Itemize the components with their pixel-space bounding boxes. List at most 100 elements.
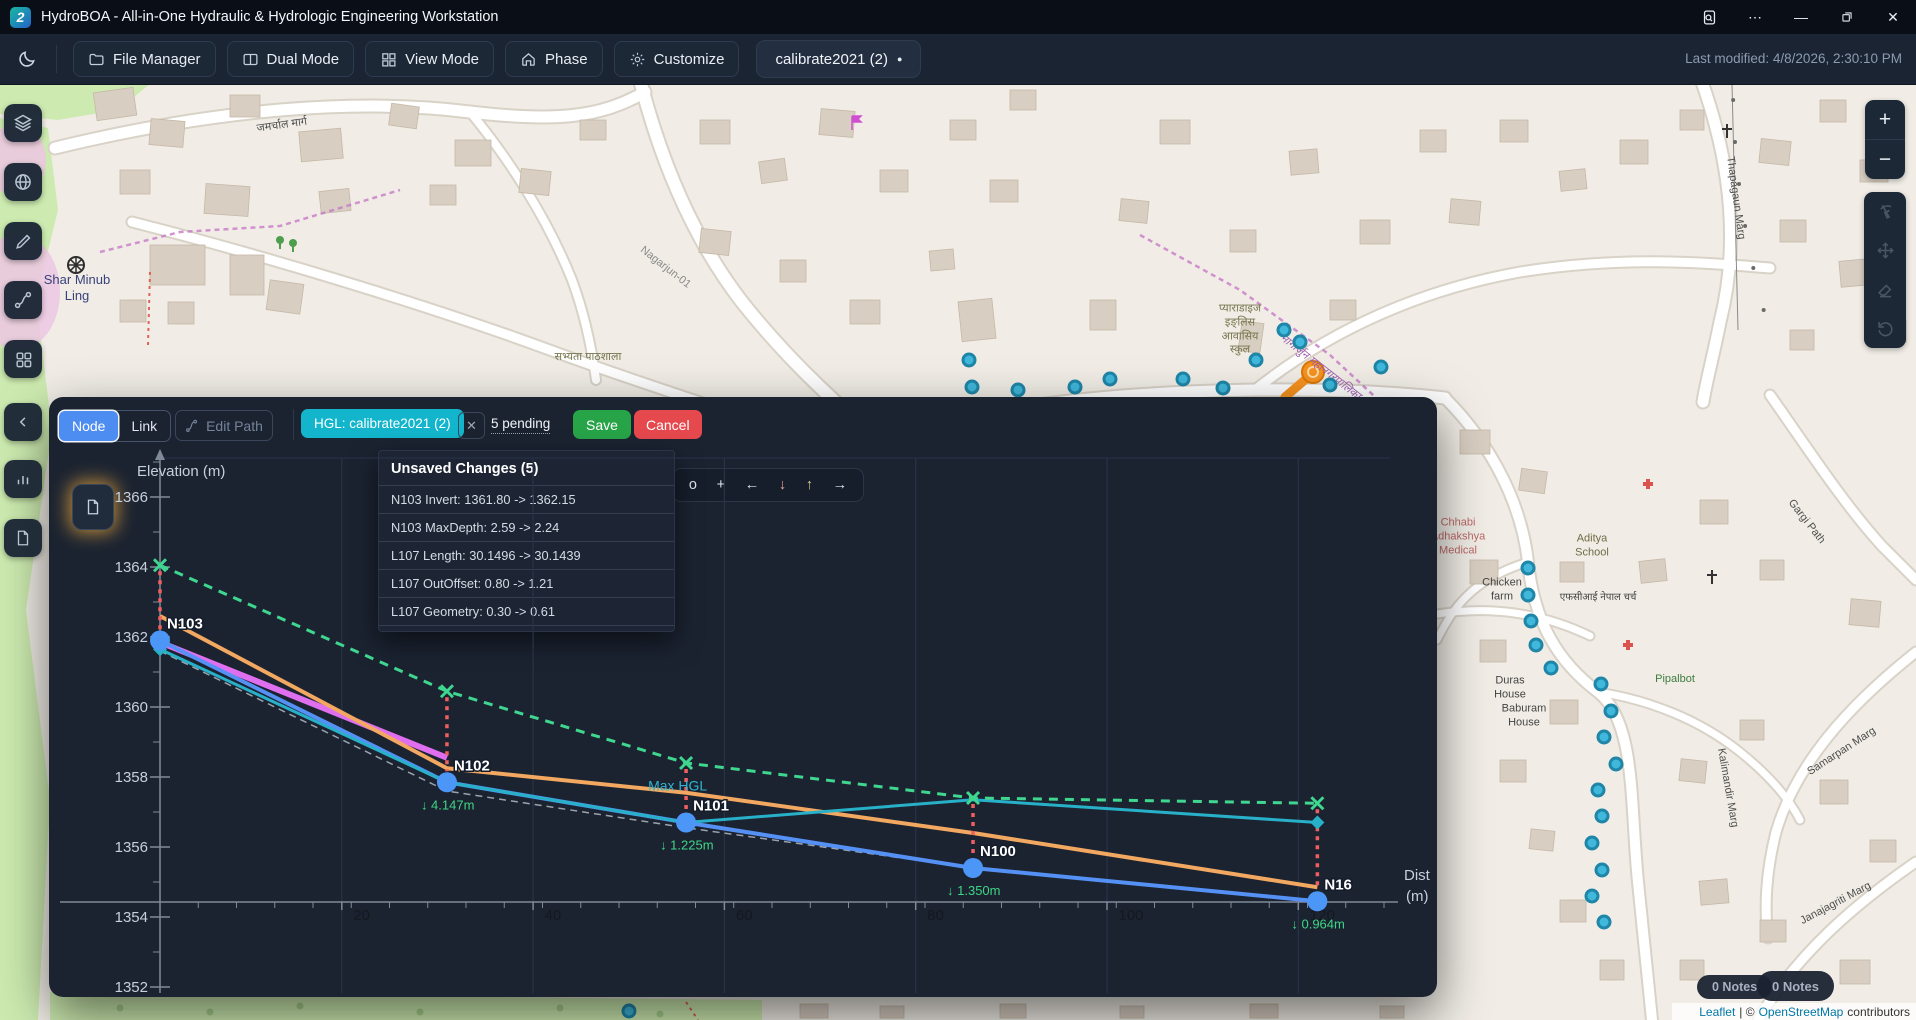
map-node-marker[interactable] bbox=[1544, 661, 1559, 676]
label-chicken-farm: Chickenfarm bbox=[1482, 576, 1522, 604]
map-node-marker[interactable] bbox=[1249, 353, 1264, 368]
save-button[interactable]: Save bbox=[573, 410, 631, 439]
map-node-marker[interactable] bbox=[1529, 638, 1544, 653]
map-node-marker[interactable] bbox=[1594, 677, 1609, 692]
nav-zoom-in-button[interactable]: + bbox=[717, 477, 725, 493]
main-toolbar: File Manager Dual Mode View Mode Phase C… bbox=[0, 34, 1916, 85]
close-button[interactable]: ✕ bbox=[1870, 0, 1916, 34]
cursor-icon bbox=[1876, 202, 1895, 221]
sidebar-chart-button[interactable] bbox=[4, 460, 42, 498]
label-aditya-school: AdityaSchool bbox=[1575, 532, 1609, 560]
gear-icon bbox=[629, 51, 646, 68]
map-tools-control bbox=[1864, 192, 1906, 348]
search-page-icon[interactable] bbox=[1686, 0, 1732, 34]
sidebar-modules-button[interactable] bbox=[4, 340, 42, 378]
map-node-marker[interactable] bbox=[1176, 372, 1191, 387]
map-node-marker[interactable] bbox=[1585, 836, 1600, 851]
select-tool-button[interactable] bbox=[1864, 192, 1906, 231]
view-mode-button[interactable]: View Mode bbox=[365, 41, 494, 77]
label-sabhyata-pathshala: सभ्यता पाठशाला bbox=[555, 351, 622, 365]
map-node-marker[interactable] bbox=[1597, 915, 1612, 930]
link-mode-button[interactable]: Link bbox=[118, 411, 170, 441]
map-node-marker[interactable] bbox=[962, 353, 977, 368]
map-node-marker[interactable] bbox=[1277, 323, 1292, 338]
map-node-marker[interactable] bbox=[1011, 383, 1026, 398]
attribution-suffix: contributors bbox=[1847, 1005, 1910, 1019]
app-logo-icon: 2 bbox=[10, 7, 31, 28]
map-node-marker[interactable] bbox=[1595, 809, 1610, 824]
globe-icon bbox=[13, 172, 33, 192]
nav-reset-button[interactable]: o bbox=[689, 477, 697, 493]
map-node-marker[interactable] bbox=[1068, 380, 1083, 395]
minimize-button[interactable]: — bbox=[1778, 0, 1824, 34]
rotate-tool-button[interactable] bbox=[1864, 309, 1906, 348]
erase-tool-button[interactable] bbox=[1864, 270, 1906, 309]
profile-editor-panel: Node Link Edit Path HGL: calibrate2021 (… bbox=[49, 397, 1437, 997]
unsaved-change-item[interactable]: L107 OutOffset: 0.80 -> 1.21 bbox=[379, 569, 674, 597]
sidebar-basemap-button[interactable] bbox=[4, 163, 42, 201]
more-options-button[interactable]: ⋯ bbox=[1732, 0, 1778, 34]
map-node-marker[interactable] bbox=[1521, 561, 1536, 576]
report-button[interactable] bbox=[72, 484, 114, 530]
map-node-marker[interactable] bbox=[622, 1004, 637, 1019]
notes-badge[interactable]: 0 Notes bbox=[1757, 971, 1834, 1001]
hgl-close-button[interactable]: ✕ bbox=[458, 412, 485, 439]
move-tool-button[interactable] bbox=[1864, 231, 1906, 270]
osm-link[interactable]: OpenStreetMap bbox=[1759, 1005, 1844, 1019]
sidebar-document-button[interactable] bbox=[4, 519, 42, 557]
cancel-button[interactable]: Cancel bbox=[634, 410, 702, 439]
dropdown-footer bbox=[379, 625, 674, 631]
hgl-scenario-chip[interactable]: HGL: calibrate2021 (2) bbox=[301, 409, 464, 438]
unsaved-change-item[interactable]: L107 Length: 30.1496 -> 30.1439 bbox=[379, 541, 674, 569]
label-baburam-house: BaburamHouse bbox=[1502, 702, 1547, 730]
zoom-in-button[interactable]: + bbox=[1865, 100, 1905, 140]
nav-right-button[interactable]: → bbox=[833, 477, 848, 493]
customize-button[interactable]: Customize bbox=[614, 41, 740, 77]
nav-down-button[interactable]: ↓ bbox=[779, 477, 786, 493]
map-node-marker[interactable] bbox=[1609, 757, 1624, 772]
edit-path-button[interactable]: Edit Path bbox=[175, 410, 273, 441]
path-icon bbox=[13, 290, 33, 310]
unsaved-change-item[interactable]: L107 Geometry: 0.30 -> 0.61 bbox=[379, 597, 674, 625]
sidebar-collapse-button[interactable] bbox=[4, 403, 42, 441]
unsaved-change-item[interactable]: N103 Invert: 1361.80 -> 1362.15 bbox=[379, 485, 674, 513]
nav-up-button[interactable]: ↑ bbox=[806, 477, 813, 493]
label-nepal-church: एफसीआई नेपाल चर्च bbox=[1560, 592, 1637, 605]
grid-icon bbox=[380, 51, 397, 68]
map-node-marker[interactable] bbox=[1216, 381, 1231, 396]
document-icon bbox=[84, 498, 102, 516]
dual-mode-button[interactable]: Dual Mode bbox=[227, 41, 355, 77]
pencil-icon bbox=[14, 232, 33, 251]
sidebar-path-button[interactable] bbox=[4, 281, 42, 319]
map-node-marker[interactable] bbox=[1521, 588, 1536, 603]
pending-changes-link[interactable]: 5 pending bbox=[491, 416, 550, 434]
map-node-marker[interactable] bbox=[1604, 704, 1619, 719]
theme-toggle-button[interactable] bbox=[12, 44, 42, 74]
ukraine-flag-icon bbox=[1680, 1007, 1695, 1017]
maximize-button[interactable] bbox=[1824, 0, 1870, 34]
map-node-marker[interactable] bbox=[1595, 863, 1610, 878]
eraser-icon bbox=[1876, 280, 1895, 299]
map-node-marker[interactable] bbox=[1524, 614, 1539, 629]
unsaved-dot-icon: ● bbox=[897, 54, 902, 64]
zoom-out-button[interactable]: − bbox=[1865, 140, 1905, 179]
tab-calibrate2021[interactable]: calibrate2021 (2)● bbox=[756, 40, 921, 78]
window-title: HydroBOA - All-in-One Hydraulic & Hydrol… bbox=[41, 9, 498, 25]
node-mode-button[interactable]: Node bbox=[59, 411, 118, 441]
map-node-marker[interactable] bbox=[1293, 335, 1308, 350]
leaflet-link[interactable]: Leaflet bbox=[1699, 1005, 1735, 1019]
map-node-marker[interactable] bbox=[1597, 730, 1612, 745]
map-node-marker[interactable] bbox=[1591, 783, 1606, 798]
file-manager-button[interactable]: File Manager bbox=[73, 41, 216, 77]
phase-button[interactable]: Phase bbox=[505, 41, 603, 77]
map-node-marker[interactable] bbox=[1585, 889, 1600, 904]
sidebar-layers-button[interactable] bbox=[4, 104, 42, 142]
map-node-marker[interactable] bbox=[1374, 360, 1389, 375]
map-node-marker[interactable] bbox=[1323, 378, 1338, 393]
map-node-marker[interactable] bbox=[1103, 372, 1118, 387]
map-node-marker[interactable] bbox=[965, 380, 980, 395]
last-modified-text: Last modified: 4/8/2026, 2:30:10 PM bbox=[1685, 51, 1902, 66]
sidebar-draw-button[interactable] bbox=[4, 222, 42, 260]
nav-left-button[interactable]: ← bbox=[745, 477, 760, 493]
unsaved-change-item[interactable]: N103 MaxDepth: 2.59 -> 2.24 bbox=[379, 513, 674, 541]
